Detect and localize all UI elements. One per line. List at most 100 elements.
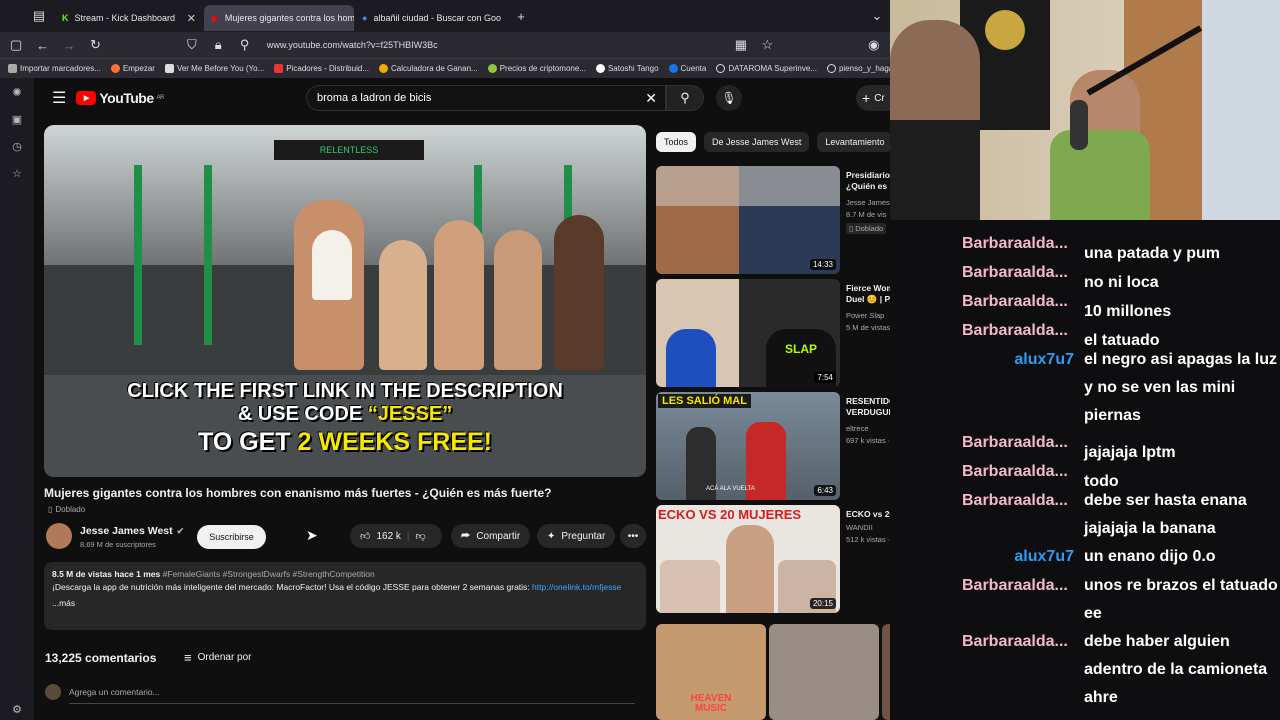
channel-name[interactable]: Jesse James West ✔ — [80, 525, 184, 537]
thumbnail-sky — [656, 166, 840, 206]
permissions-icon[interactable]: ⚲ — [236, 36, 252, 54]
bookmark-item[interactable]: Cuenta — [668, 64, 706, 73]
sidebar-toggle-icon[interactable]: ▢ — [8, 36, 24, 54]
subscribe-button[interactable]: Suscribirse — [197, 525, 266, 549]
chip-channel[interactable]: De Jesse James West — [704, 132, 810, 152]
synced-tabs-icon[interactable]: ▣ — [12, 113, 22, 126]
sort-icon: ≡ — [184, 650, 192, 665]
menu-icon[interactable]: ☰ — [52, 88, 66, 108]
clear-search-icon[interactable]: ✕ — [645, 90, 657, 107]
chat-username[interactable]: Barbaraalda... — [962, 230, 1084, 258]
thumbnail-shirt — [666, 329, 716, 387]
youtube-logo[interactable]: ▶ YouTube AR — [76, 90, 165, 106]
recommended-channel[interactable]: WANDII — [846, 523, 873, 532]
comment-input[interactable]: Agrega un comentario... — [69, 687, 635, 704]
bookmark-item[interactable]: DATAROMA Superinve... — [716, 64, 817, 73]
chat-username[interactable]: alux7u7 — [962, 543, 1084, 571]
back-icon[interactable]: ← — [34, 36, 50, 54]
chat-username[interactable]: Barbaraalda... — [962, 572, 1084, 628]
video-thumbnail[interactable]: LES SALIÓ MAL ACÁ ALA VUELTA 6:43 — [656, 392, 840, 500]
recommended-video[interactable]: ECKO VS 20 MUJERES 20:15 ECKO vs 20 MUJE… — [656, 505, 938, 613]
video-duration: 7:54 — [814, 372, 836, 383]
recommended-channel[interactable]: Power Slap — [846, 311, 884, 320]
ask-button[interactable]: ✦ Preguntar — [537, 524, 616, 548]
folder-icon — [8, 64, 17, 73]
search-button[interactable]: ⚲ — [666, 85, 704, 111]
more-actions-button[interactable]: ••• — [620, 524, 646, 548]
tab-google-search[interactable]: ● albañil ciudad - Buscar con Goo ✕ — [354, 5, 504, 31]
dubbed-badge: ▯ Doblado — [846, 223, 887, 234]
chat-username[interactable]: Barbaraalda... — [962, 458, 1084, 486]
short-thumbnail[interactable]: HEAVEN MUSIC — [656, 624, 766, 720]
search-input[interactable]: broma a ladron de bicis ✕ — [306, 85, 666, 111]
channel-avatar[interactable] — [46, 523, 72, 549]
person — [434, 220, 484, 370]
chat-username[interactable]: Barbaraalda... — [962, 288, 1084, 316]
chat-username[interactable]: Barbaraalda... — [962, 317, 1084, 345]
bookmark-star-icon[interactable]: ☆ — [759, 36, 775, 54]
bookmark-item[interactable]: Importar marcadores... — [8, 64, 101, 73]
sort-button[interactable]: ≡ Ordenar por — [184, 650, 252, 665]
settings-gear-icon[interactable]: ⚙ — [12, 703, 22, 716]
account-icon[interactable]: ◉ — [866, 36, 882, 54]
chip-levantamiento[interactable]: Levantamiento — [817, 132, 890, 152]
tab-list-icon[interactable]: ▤ — [30, 7, 48, 25]
bookmarks-icon[interactable]: ☆ — [12, 167, 22, 180]
chevron-down-icon[interactable]: ⌄ — [868, 7, 886, 25]
site-icon — [378, 64, 388, 73]
google-tab-icon: ● — [362, 13, 368, 23]
video-thumbnail[interactable]: ECKO VS 20 MUJERES 20:15 — [656, 505, 840, 613]
chat-username[interactable]: Barbaraalda... — [962, 429, 1084, 457]
bookmark-item[interactable]: pienso_y_hagase_r — [826, 64, 890, 73]
chat-username[interactable]: alux7u7 — [962, 346, 1084, 430]
show-more-link[interactable]: ...más — [52, 597, 638, 610]
history-icon[interactable]: ◷ — [12, 140, 22, 153]
person — [379, 240, 427, 370]
chat-username[interactable]: Barbaraalda... — [962, 487, 1084, 543]
bookmark-item[interactable]: Satoshi Tango — [595, 64, 659, 73]
voice-search-button[interactable]: 🎙︎ — [716, 85, 742, 111]
close-tab-icon[interactable]: ✕ — [187, 12, 196, 25]
reader-view-icon[interactable]: ▦ — [733, 36, 749, 54]
video-description[interactable]: 8.5 M de vistas hace 1 mes #FemaleGiants… — [44, 562, 646, 630]
person — [494, 230, 542, 370]
bookmark-item[interactable]: Calculadora de Ganan... — [378, 64, 478, 73]
description-link[interactable]: http://onelink.to/mfjesse — [532, 582, 621, 592]
bookmark-item[interactable]: Precios de criptomone... — [487, 64, 586, 73]
address-bar[interactable]: www.youtube.com/watch?v=f25THBIW3Bc — [267, 40, 723, 50]
video-player[interactable]: RELENTLESS CLICK THE FIRST LINK IN THE D… — [44, 125, 646, 477]
tab-youtube-video[interactable]: ▶ Mujeres gigantes contra los hom ✕ — [204, 5, 354, 31]
recommended-channel[interactable]: Jesse James — [846, 198, 890, 207]
bookmark-item[interactable]: Empezar — [110, 64, 155, 73]
dubbed-badge: ▯ Doblado — [48, 505, 86, 514]
recommended-channel[interactable]: eltrece — [846, 424, 869, 433]
bookmark-item[interactable]: Ver Me Before You (Yo... — [164, 64, 264, 73]
recommended-video[interactable]: LES SALIÓ MAL ACÁ ALA VUELTA 6:43 RESENT… — [656, 392, 994, 500]
globe-icon — [716, 64, 726, 73]
forward-icon[interactable]: → — [61, 36, 77, 54]
chip-todos[interactable]: Todos — [656, 132, 697, 152]
share-button[interactable]: ⮫ Compartir — [451, 524, 531, 548]
tab-label: albañil ciudad - Buscar con Goo — [373, 13, 502, 23]
short-thumbnail[interactable] — [769, 624, 879, 720]
video-thumbnail[interactable]: SLAP 7:54 — [656, 279, 840, 387]
new-tab-icon[interactable]: + — [512, 7, 530, 25]
tab-kick-dashboard[interactable]: K Stream - Kick Dashboard ✕ — [54, 5, 204, 31]
video-thumbnail[interactable]: 14:33 — [656, 166, 840, 274]
lock-icon: 🔒︎ — [214, 37, 222, 52]
chat-username[interactable]: Barbaraalda... — [962, 259, 1084, 287]
like-button[interactable]: 👍︎ 162 k | 👎︎ — [350, 524, 442, 548]
shield-icon[interactable]: ⛉ — [184, 36, 200, 54]
globe-icon — [826, 64, 836, 73]
webcam-streamer-shirt — [890, 120, 980, 220]
more-horizontal-icon: ••• — [627, 530, 639, 542]
reload-icon[interactable]: ↻ — [87, 36, 103, 54]
webcam-guest-shirt — [1050, 130, 1150, 220]
thumbs-down-icon[interactable]: 👎︎ — [416, 530, 426, 542]
recommended-video[interactable]: 14:33 Presidiario ¿Quién es Jesse James 8… — [656, 166, 890, 274]
ai-chat-icon[interactable]: ✺ — [12, 86, 21, 99]
bookmark-item[interactable]: Picadores - Distribuid... — [274, 64, 369, 73]
chat-username[interactable]: Barbaraalda... — [962, 628, 1084, 712]
recommended-video[interactable]: SLAP 7:54 Fierce Women's FlyweightDuel 😊… — [656, 279, 961, 387]
gym-sign: RELENTLESS — [274, 140, 424, 160]
